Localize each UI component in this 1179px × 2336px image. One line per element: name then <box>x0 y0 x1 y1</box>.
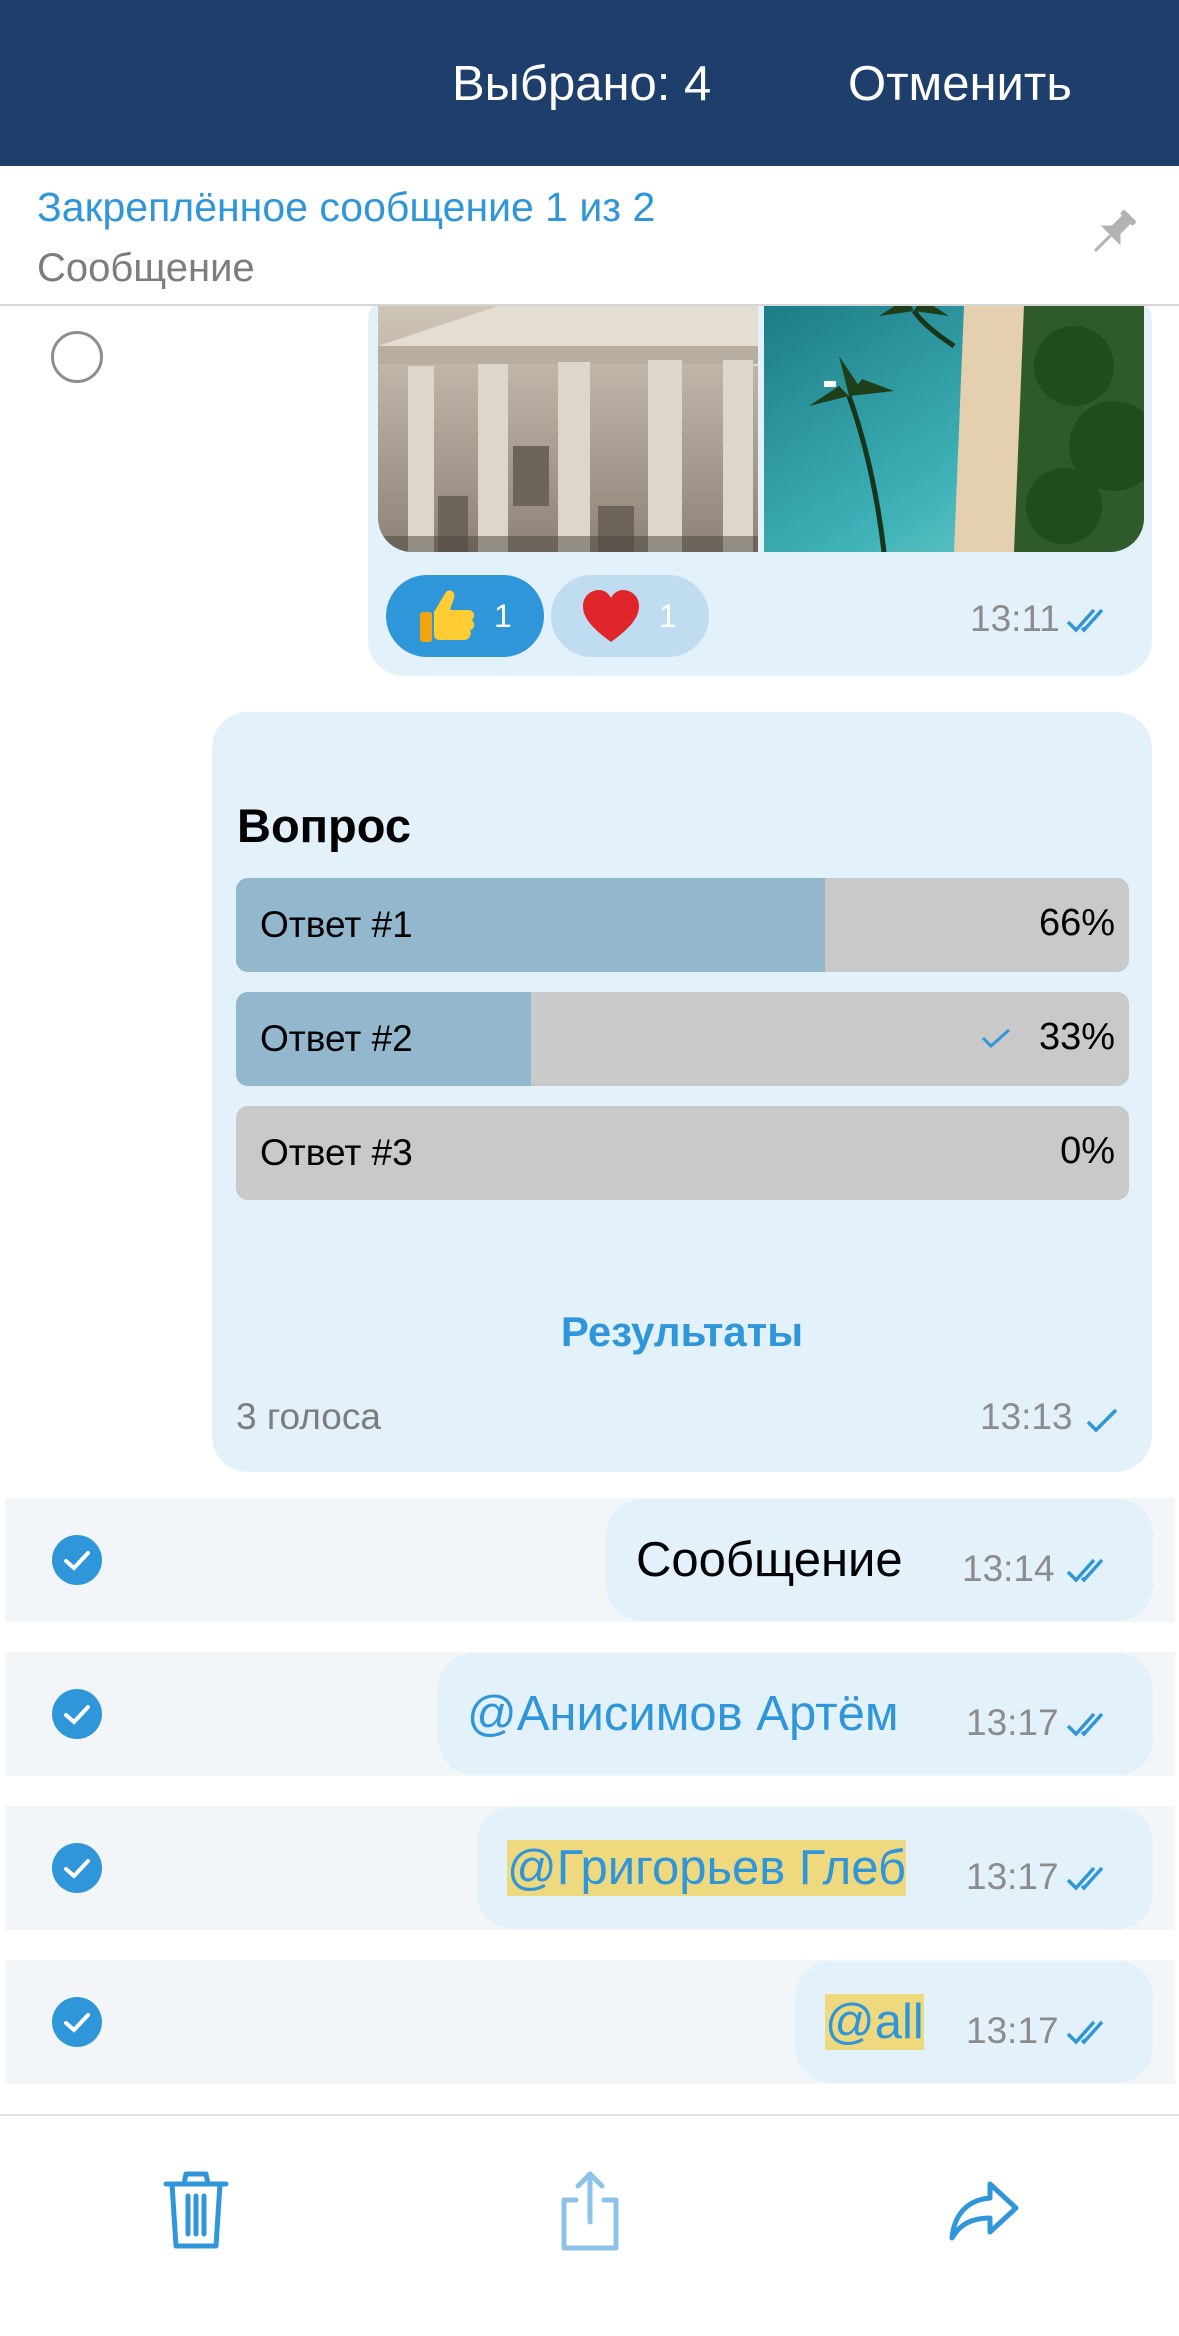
message-time: 13:11 <box>970 598 1060 639</box>
reaction-count: 1 <box>494 597 512 634</box>
message-text: Сообщение <box>636 1533 903 1587</box>
heart-icon <box>583 590 639 642</box>
share-icon[interactable] <box>550 2166 630 2256</box>
forward-icon[interactable] <box>944 2166 1024 2256</box>
mention-link[interactable]: @Анисимов Артём <box>467 1686 899 1742</box>
checked-icon[interactable] <box>51 1688 103 1740</box>
check-icon <box>981 1028 1010 1048</box>
check-icon <box>1086 1408 1118 1433</box>
poll-option-percent: 0% <box>1060 1130 1115 1172</box>
poll-option-label: Ответ #1 <box>260 904 413 945</box>
double-check-icon <box>1066 608 1104 633</box>
photo-building[interactable] <box>378 306 758 552</box>
selected-count: Выбрано: 4 <box>452 57 712 111</box>
poll-option-percent: 33% <box>1038 1016 1115 1058</box>
pinned-message-bar[interactable]: Закреплённое сообщение 1 из 2 Сообщение <box>0 166 1179 306</box>
poll-option-label: Ответ #2 <box>260 1018 413 1059</box>
double-check-icon <box>1066 2020 1104 2045</box>
message-time: 13:13 <box>980 1396 1073 1437</box>
pin-icon[interactable] <box>1082 204 1142 264</box>
poll-question: Вопрос <box>237 799 411 852</box>
double-check-icon <box>1066 1712 1104 1737</box>
poll-option-percent: 66% <box>1038 902 1115 944</box>
navigation-bar: Выбрано: 4 Отменить <box>0 0 1179 166</box>
poll-option-label: Ответ #3 <box>260 1132 413 1173</box>
message-time: 13:14 <box>962 1548 1055 1589</box>
reaction-heart[interactable]: 1 <box>551 575 709 657</box>
message-time: 13:17 <box>966 2010 1059 2051</box>
select-checkbox[interactable] <box>51 331 103 383</box>
double-check-icon <box>1066 1558 1104 1583</box>
double-check-icon <box>1066 1866 1104 1891</box>
poll-option[interactable]: Ответ #3 0% <box>236 1106 1129 1200</box>
chat-messages[interactable]: 1 1 13:11 Вопрос Ответ #1 66% Ответ #2 3… <box>0 306 1179 2114</box>
pinned-subtitle: Сообщение <box>37 246 255 290</box>
checked-icon[interactable] <box>51 1996 103 2048</box>
poll-option[interactable]: Ответ #1 66% <box>236 878 1129 972</box>
mention-link-highlighted[interactable]: @all <box>825 1994 924 2050</box>
cancel-button[interactable]: Отменить <box>848 56 1072 112</box>
poll-vote-count: 3 голоса <box>236 1396 381 1437</box>
trash-icon[interactable] <box>156 2166 236 2256</box>
mention-link-highlighted[interactable]: @Григорьев Глеб <box>507 1840 907 1896</box>
selection-toolbar <box>0 2114 1179 2336</box>
reaction-like[interactable]: 1 <box>386 575 544 657</box>
thumbs-up-icon <box>420 590 475 642</box>
poll-option[interactable]: Ответ #2 33% <box>236 992 1129 1086</box>
poll-results-button[interactable]: Результаты <box>212 1308 1152 1356</box>
reaction-count: 1 <box>659 597 677 634</box>
photo-beach[interactable] <box>764 306 1144 552</box>
message-time: 13:17 <box>966 1856 1059 1897</box>
checked-icon[interactable] <box>51 1842 103 1894</box>
pinned-title: Закреплённое сообщение 1 из 2 <box>37 184 656 230</box>
checked-icon[interactable] <box>51 1534 103 1586</box>
message-time: 13:17 <box>966 1702 1059 1743</box>
